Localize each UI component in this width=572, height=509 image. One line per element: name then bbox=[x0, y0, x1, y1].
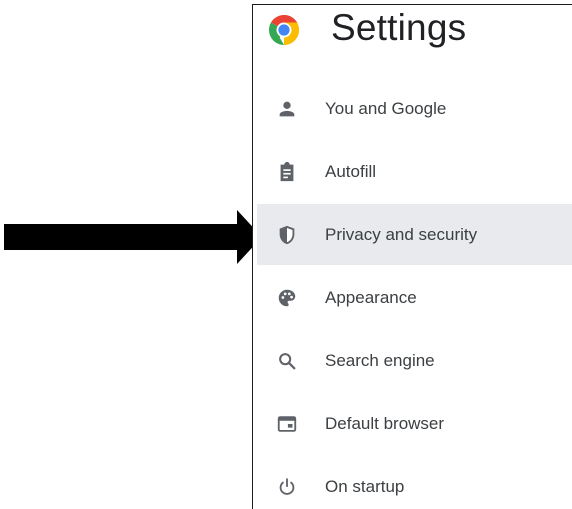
browser-window-icon bbox=[275, 412, 299, 436]
settings-header: Settings bbox=[253, 5, 572, 53]
clipboard-icon bbox=[275, 160, 299, 184]
chrome-logo-icon bbox=[269, 14, 300, 46]
nav-item-label: On startup bbox=[325, 476, 405, 496]
settings-nav: You and Google Autofill Privacy and secu… bbox=[253, 77, 572, 509]
nav-item-label: You and Google bbox=[325, 98, 447, 118]
nav-item-appearance[interactable]: Appearance bbox=[253, 266, 572, 329]
nav-item-default-browser[interactable]: Default browser bbox=[253, 392, 572, 455]
nav-item-label: Appearance bbox=[325, 287, 417, 307]
nav-item-on-startup[interactable]: On startup bbox=[253, 455, 572, 509]
nav-item-you-and-google[interactable]: You and Google bbox=[253, 77, 572, 140]
shield-icon bbox=[275, 223, 299, 247]
nav-item-label: Autofill bbox=[325, 161, 377, 181]
settings-panel: Settings You and Google Autofill Privacy… bbox=[252, 4, 572, 509]
nav-item-search-engine[interactable]: Search engine bbox=[253, 329, 572, 392]
nav-item-label: Search engine bbox=[325, 350, 435, 370]
power-icon bbox=[275, 475, 299, 499]
nav-item-label: Default browser bbox=[325, 413, 445, 433]
palette-icon bbox=[275, 286, 299, 310]
nav-item-autofill[interactable]: Autofill bbox=[253, 140, 572, 203]
nav-item-label: Privacy and security bbox=[325, 224, 478, 244]
nav-item-privacy-and-security[interactable]: Privacy and security bbox=[253, 203, 572, 266]
person-icon bbox=[275, 97, 299, 121]
search-icon bbox=[275, 349, 299, 373]
page-title: Settings bbox=[331, 7, 467, 48]
